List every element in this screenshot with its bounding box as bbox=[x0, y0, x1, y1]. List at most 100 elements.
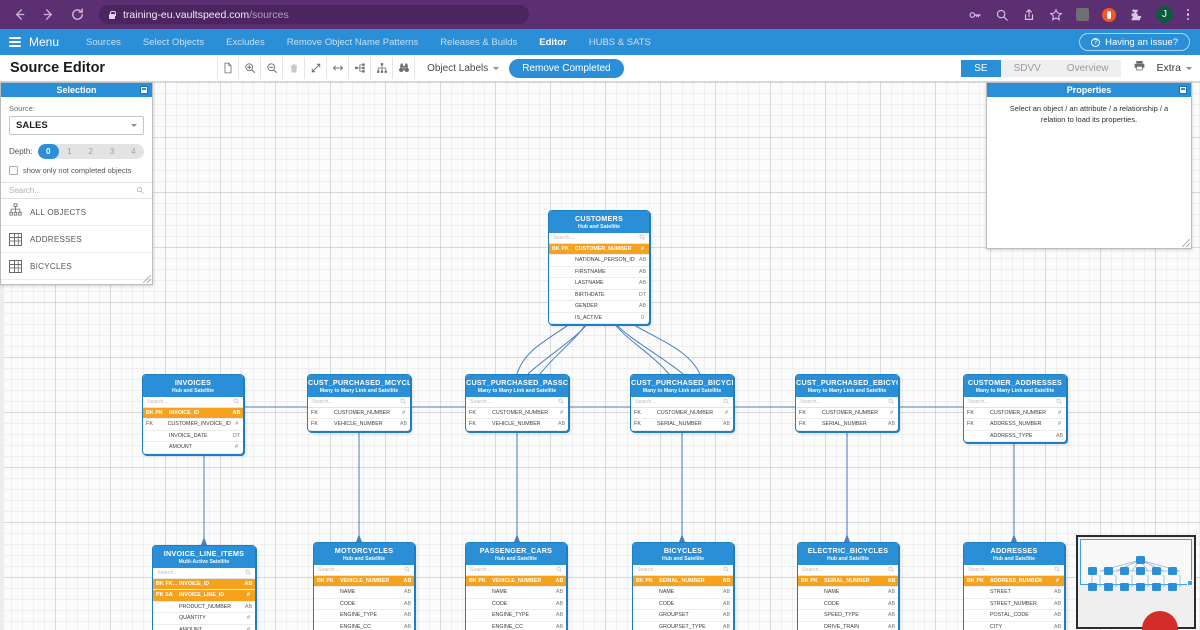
entity-attribute-row[interactable]: FK CUSTOMER_NUMBER # bbox=[964, 408, 1066, 419]
extension-flame-icon[interactable] bbox=[1102, 7, 1116, 22]
nav-item-editor[interactable]: Editor bbox=[528, 37, 577, 48]
entity-header[interactable]: CUST_PURCHASED_PASSCAR Many to Many Link … bbox=[466, 375, 568, 397]
entity-attribute-row[interactable]: BK PK INVOICE_ID AB bbox=[143, 407, 243, 419]
reload-icon[interactable] bbox=[70, 7, 85, 22]
entity-customer_addresses[interactable]: CUSTOMER_ADDRESSES Many to Many Link and … bbox=[963, 374, 1067, 443]
key-icon[interactable] bbox=[968, 8, 982, 22]
search-icon[interactable] bbox=[404, 566, 410, 574]
entity-attribute-row[interactable]: BK PK VEHICLE_NUMBER AB bbox=[314, 575, 414, 587]
search-icon[interactable] bbox=[1056, 398, 1062, 406]
entity-attribute-row[interactable]: DRIVE_TRAIN AB bbox=[798, 622, 898, 630]
entity-attribute-row[interactable]: FK CUSTOMER_NUMBER # bbox=[796, 408, 898, 419]
depth-option-2[interactable]: 2 bbox=[80, 144, 101, 159]
nav-item-hubs-sats[interactable]: HUBS & SATS bbox=[578, 37, 662, 48]
entity-search-input[interactable]: Search... bbox=[143, 397, 243, 408]
entity-search-input[interactable]: Search... bbox=[633, 565, 733, 576]
depth-option-4[interactable]: 4 bbox=[123, 144, 144, 159]
entity-header[interactable]: CUST_PURCHASED_MCYCLE Many to Many Link a… bbox=[308, 375, 410, 397]
entity-bicycles[interactable]: BICYCLES Hub and Satellite Search... BK PK S… bbox=[632, 542, 734, 630]
entity-attribute-row[interactable]: FK CUSTOMER_NUMBER # bbox=[466, 408, 568, 419]
entity-header[interactable]: ADDRESSES Hub and Satellite bbox=[964, 543, 1064, 565]
entity-cust_purchased_mcycle[interactable]: CUST_PURCHASED_MCYCLE Many to Many Link a… bbox=[307, 374, 411, 432]
entity-search-input[interactable]: Search... bbox=[631, 397, 733, 408]
panel-resize-grip[interactable] bbox=[143, 275, 151, 283]
entity-passenger_cars[interactable]: PASSENGER_CARS Hub and Satellite Search...… bbox=[465, 542, 567, 630]
view-mode-overview[interactable]: Overview bbox=[1053, 59, 1122, 77]
entity-search-input[interactable]: Search... bbox=[549, 233, 649, 244]
tree-layout-icon[interactable] bbox=[349, 57, 372, 79]
show-not-completed-checkbox-row[interactable]: show only not completed objects bbox=[9, 166, 144, 175]
share-icon[interactable] bbox=[1022, 8, 1036, 22]
entity-motorcycles[interactable]: MOTORCYCLES Hub and Satellite Search... BK … bbox=[313, 542, 415, 630]
remove-completed-button[interactable]: Remove Completed bbox=[509, 58, 624, 78]
bookmark-star-icon[interactable] bbox=[1049, 8, 1063, 22]
entity-attribute-row[interactable]: LASTNAME AB bbox=[549, 278, 649, 290]
entity-attribute-row[interactable]: CODE AB bbox=[798, 599, 898, 610]
entity-attribute-row[interactable]: ENGINE_CC AB bbox=[466, 622, 566, 630]
object-list-item-addresses[interactable]: ADDRESSES bbox=[1, 226, 152, 253]
nav-item-remove-object-name-patterns[interactable]: Remove Object Name Patterns bbox=[276, 37, 429, 48]
entity-customers[interactable]: CUSTOMERS Hub and Satellite Search... BK PK… bbox=[548, 210, 650, 325]
entity-attribute-row[interactable]: CODE AB bbox=[633, 599, 733, 610]
screenshot-icon[interactable] bbox=[1076, 8, 1089, 21]
entity-header[interactable]: INVOICES Hub and Satellite bbox=[143, 375, 243, 397]
view-mode-se[interactable]: SE bbox=[961, 59, 1001, 77]
profile-avatar[interactable]: J bbox=[1156, 6, 1173, 23]
entity-search-input[interactable]: Search... bbox=[466, 565, 566, 576]
minimap[interactable] bbox=[1076, 535, 1196, 629]
entity-attribute-row[interactable]: SPEED_TYPE AB bbox=[798, 610, 898, 622]
entity-attribute-row[interactable]: POSTAL_CODE AB bbox=[964, 610, 1064, 622]
search-icon[interactable] bbox=[245, 569, 251, 577]
depth-option-0[interactable]: 0 bbox=[37, 144, 59, 159]
search-icon[interactable] bbox=[136, 186, 144, 196]
entity-attribute-row[interactable]: PRODUCT_NUMBER AB bbox=[153, 602, 255, 613]
entity-attribute-row[interactable]: ENGINE_TYPE AB bbox=[466, 610, 566, 622]
entity-header[interactable]: MOTORCYCLES Hub and Satellite bbox=[314, 543, 414, 565]
depth-segmented-control[interactable]: 0 1 2 3 4 bbox=[37, 144, 144, 159]
entity-header[interactable]: BICYCLES Hub and Satellite bbox=[633, 543, 733, 565]
entity-attribute-row[interactable]: BK PK CUSTOMER_NUMBER # bbox=[549, 243, 649, 255]
entity-attribute-row[interactable]: CODE AB bbox=[466, 599, 566, 610]
entity-attribute-row[interactable]: FK CUSTOMER_NUMBER # bbox=[308, 408, 410, 419]
puzzle-extension-icon[interactable] bbox=[1129, 8, 1143, 22]
source-select[interactable]: SALES bbox=[9, 116, 144, 135]
search-icon[interactable] bbox=[888, 566, 894, 574]
minimap-resize-handle[interactable] bbox=[1187, 580, 1193, 586]
entity-attribute-row[interactable]: ENGINE_TYPE AB bbox=[314, 610, 414, 622]
having-an-issue-button[interactable]: ? Having an issue? bbox=[1079, 33, 1190, 51]
entity-search-input[interactable]: Search... bbox=[964, 397, 1066, 408]
panel-resize-grip[interactable] bbox=[1182, 239, 1190, 247]
nav-item-select-objects[interactable]: Select Objects bbox=[132, 37, 215, 48]
entity-attribute-row[interactable]: NAME AB bbox=[798, 587, 898, 599]
entity-header[interactable]: CUSTOMER_ADDRESSES Many to Many Link and … bbox=[964, 375, 1066, 397]
entity-attribute-row[interactable]: FK SERIAL_NUMBER AB bbox=[631, 419, 733, 431]
entity-attribute-row[interactable]: AMOUNT # bbox=[153, 625, 255, 630]
entity-attribute-row[interactable]: FIRSTNAME AB bbox=[549, 267, 649, 278]
depth-option-3[interactable]: 3 bbox=[101, 144, 122, 159]
expand-diagonal-icon[interactable] bbox=[305, 57, 328, 79]
entity-cust_purchased_passcar[interactable]: CUST_PURCHASED_PASSCAR Many to Many Link … bbox=[465, 374, 569, 432]
menu-label[interactable]: Menu bbox=[29, 35, 59, 49]
zoom-in-icon[interactable] bbox=[239, 57, 262, 79]
search-icon[interactable] bbox=[639, 234, 645, 242]
binoculars-icon[interactable] bbox=[393, 57, 416, 79]
entity-attribute-row[interactable]: CODE AB bbox=[314, 599, 414, 610]
entity-attribute-row[interactable]: FK VEHICLE_NUMBER AB bbox=[308, 419, 410, 431]
nav-item-sources[interactable]: Sources bbox=[75, 37, 132, 48]
entity-attribute-row[interactable]: GENDER AB bbox=[549, 301, 649, 313]
fit-horizontal-icon[interactable] bbox=[327, 57, 350, 79]
entity-cust_purchased_ebicycle[interactable]: CUST_PURCHASED_EBICYCLEMany to Many Link… bbox=[795, 374, 899, 432]
entity-header[interactable]: CUST_PURCHASED_BICYCLE Many to Many Link … bbox=[631, 375, 733, 397]
entity-search-input[interactable]: Search... bbox=[314, 565, 414, 576]
minimize-icon[interactable] bbox=[140, 86, 148, 94]
search-icon[interactable] bbox=[558, 398, 564, 406]
entity-attribute-row[interactable]: NATIONAL_PERSON_ID AB bbox=[549, 255, 649, 267]
entity-attribute-row[interactable]: AMOUNT # bbox=[143, 442, 243, 454]
entity-invoices[interactable]: INVOICES Hub and Satellite Search... BK PK I… bbox=[142, 374, 244, 455]
entity-search-input[interactable]: Search... bbox=[466, 397, 568, 408]
entity-search-input[interactable]: Search... bbox=[798, 565, 898, 576]
search-icon[interactable] bbox=[723, 566, 729, 574]
checkbox-icon[interactable] bbox=[9, 166, 18, 175]
entity-header[interactable]: INVOICE_LINE_ITEMS Multi-Active Satellite bbox=[153, 546, 255, 568]
entity-attribute-row[interactable]: FK ADDRESS_NUMBER # bbox=[964, 419, 1066, 431]
